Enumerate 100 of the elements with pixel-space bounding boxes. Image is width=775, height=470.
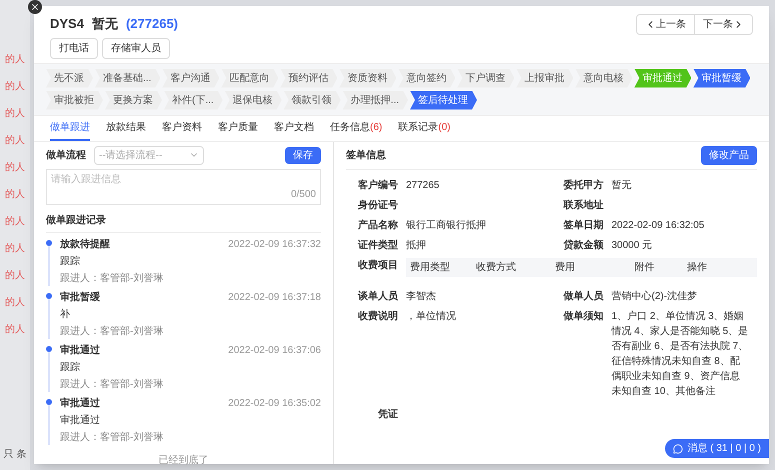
process-step[interactable]: 匹配意向 (221, 68, 278, 88)
tab[interactable]: 放款结果 (106, 116, 146, 140)
record-person: 跟进人：客管部-刘誉琳 (60, 272, 164, 286)
process-step[interactable]: 办理抵押... (342, 90, 408, 110)
process-step[interactable]: 先不派 (46, 68, 93, 88)
message-icon (673, 444, 684, 454)
list-text: 的人 (5, 269, 25, 283)
field-value: 暂无 (612, 178, 632, 192)
flow-label: 做单流程 (46, 148, 86, 162)
field-label: 做单人员 (562, 290, 604, 304)
field-value: 277265 (406, 178, 440, 192)
character-counter: 0/500 (290, 188, 316, 202)
record-title: 审批暂缓 (60, 290, 100, 304)
record-time: 2022-02-09 16:37:06 (228, 344, 321, 358)
close-icon (30, 2, 40, 12)
field-value: 抵押 (406, 238, 427, 252)
tab[interactable]: 客户质量 (218, 116, 258, 140)
list-text: 的人 (5, 323, 25, 337)
record-person: 跟进人：客管部-刘誉琳 (60, 324, 164, 338)
field-label: 证件类型 (356, 238, 399, 252)
record-title: 放款待提醒 (60, 238, 110, 252)
tab[interactable]: 客户资料 (162, 116, 202, 140)
list-text: 的人 (5, 188, 25, 202)
list-text: 的人 (5, 134, 25, 148)
list-text: 的人 (5, 53, 25, 67)
process-step[interactable]: 领款引领 (284, 90, 341, 110)
field-value: 营销中心(2)-沈佳梦 (612, 290, 698, 304)
field-value: 李智杰 (406, 290, 437, 304)
tab[interactable]: 任务信息(6) (330, 116, 382, 140)
process-step[interactable]: 退保电核 (224, 90, 282, 110)
process-step[interactable]: 更换方案 (105, 90, 162, 110)
record-time: 2022-02-09 16:35:02 (228, 396, 321, 410)
customer-code: DYS4 (50, 15, 84, 33)
field-label: 收费说明 (357, 310, 399, 324)
field-label: 做单须知 (562, 310, 604, 324)
previous-button[interactable]: 上一条 (637, 15, 695, 34)
process-step[interactable]: 意向电核 (575, 68, 632, 88)
customer-id: (277265) (126, 15, 178, 33)
record-content: 审批通过 (60, 414, 101, 428)
action-button[interactable]: 存储审人员 (102, 38, 170, 58)
column-header: 附件 (634, 260, 656, 274)
save-button[interactable]: 保存 (285, 146, 321, 164)
column-header: 收费方式 (476, 260, 517, 274)
field-label: 委托甲方 (562, 178, 604, 192)
record-content: 补 (60, 308, 71, 322)
message-badge[interactable]: 消息 ( 31 | 0 | 0 ) (665, 439, 769, 458)
close-button[interactable] (28, 0, 42, 14)
process-step[interactable]: 客户沟通 (162, 68, 220, 88)
customer-name: 暂无 (92, 15, 118, 33)
process-step[interactable]: 签后待处理 (410, 90, 478, 110)
record-time: 2022-02-09 16:37:32 (228, 238, 321, 252)
process-step[interactable]: 准备基础... (95, 68, 160, 88)
column-header: 操作 (687, 260, 708, 274)
process-step[interactable]: 补件(下... (164, 90, 223, 110)
next-button[interactable]: 下一条 (695, 15, 752, 34)
record-title: 审批通过 (60, 396, 100, 410)
records-title: 做单跟进记录 (46, 212, 321, 232)
list-text: 的人 (5, 107, 25, 121)
record-time: 2022-02-09 16:37:18 (228, 290, 321, 304)
field-label: 身份证号 (357, 198, 399, 212)
process-step[interactable]: 预约评估 (280, 68, 338, 88)
column-header: 费用 (555, 260, 576, 274)
action-button[interactable]: 打电话 (50, 38, 98, 58)
field-label: 贷款金额 (562, 238, 604, 252)
list-text: 的人 (5, 296, 25, 310)
end-note: 已经到底了 (158, 454, 208, 468)
process-step[interactable]: 资质资料 (339, 68, 396, 88)
record-content: 跟踪 (60, 360, 81, 374)
list-footer: 只 条 (4, 447, 26, 462)
field-label: 谈单人员 (356, 290, 399, 304)
tab[interactable]: 联系记录(0) (398, 116, 450, 140)
field-value: 1、户口 2、单位情况 3、婚姻情况 4、家人是否能知晓 5、是否有副业 6、是否有法执院 7、征信特殊情况未知自查 8、配偶职业未知自查 9、资产信息未知自查 10、其他备注 (612, 310, 750, 398)
field-value: 银行工商银行抵押 (406, 218, 487, 232)
field-value: 30000 元 (612, 238, 654, 252)
list-text: 的人 (5, 242, 25, 256)
tab[interactable]: 客户文档 (274, 116, 314, 140)
voucher-label: 凭证 (377, 408, 399, 422)
list-text: 的人 (5, 161, 25, 175)
field-label: 签单日期 (562, 218, 604, 232)
process-step[interactable]: 下户调查 (457, 68, 514, 88)
order-title: 签单信息 (346, 148, 386, 162)
process-step[interactable]: 审批被拒 (46, 90, 103, 110)
column-header: 费用类型 (410, 260, 451, 274)
field-label: 产品名称 (357, 218, 399, 232)
list-text: 的人 (5, 80, 25, 94)
field-label: 联系地址 (562, 198, 604, 212)
field-label: 客户编号 (357, 178, 399, 192)
record-person: 跟进人：客管部-刘誉琳 (60, 430, 164, 444)
list-text: 的人 (5, 215, 25, 229)
process-step[interactable]: 审批暂缓 (693, 68, 750, 88)
edit-product-button[interactable]: 修改产品 (701, 146, 757, 164)
field-label: 收费项目 (357, 258, 399, 272)
process-step[interactable]: 上报审批 (516, 68, 574, 88)
field-value: 2022-02-09 16:32:05 (612, 218, 706, 232)
tab[interactable]: 做单跟进 (50, 116, 90, 140)
field-value: ，单位情况 (406, 310, 457, 324)
record-person: 跟进人：客管部-刘誉琳 (60, 378, 164, 392)
record-title: 审批通过 (60, 343, 100, 358)
record-content: 跟踪 (60, 254, 81, 268)
process-step[interactable]: 意向签约 (398, 68, 456, 88)
